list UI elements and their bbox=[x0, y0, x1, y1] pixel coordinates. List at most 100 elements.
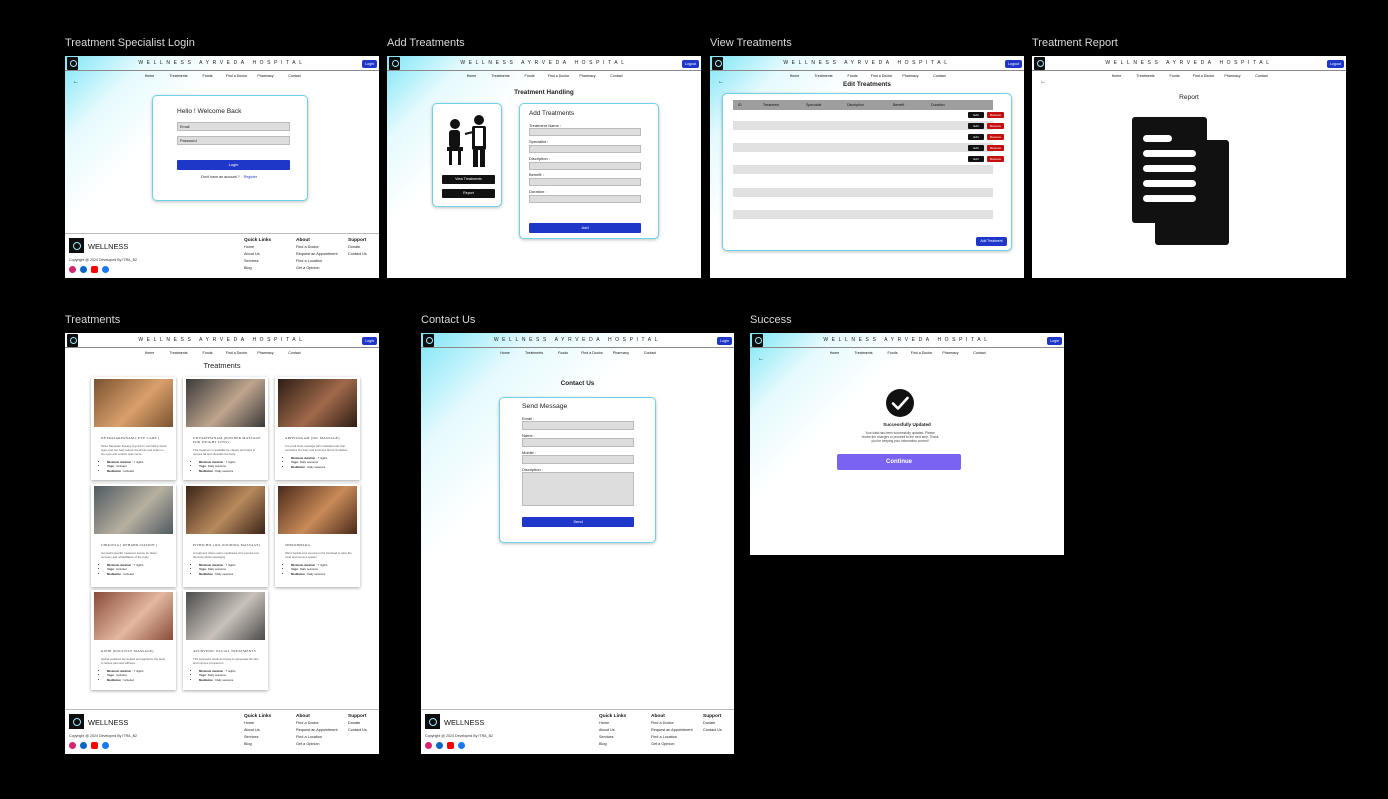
nav-find-doctor[interactable]: Find a Doctor bbox=[867, 74, 896, 78]
nav-pharmacy[interactable]: Pharmacy bbox=[251, 74, 280, 78]
footer-link[interactable]: Find a Doctor bbox=[296, 244, 338, 251]
login-button[interactable]: Login bbox=[362, 337, 377, 345]
footer-link[interactable]: Find a Doctor bbox=[296, 720, 338, 727]
nav-home[interactable]: Home bbox=[135, 74, 164, 78]
treatment-card[interactable]: PIZHICHIL (OIL POURING MASSAGE) A treatme… bbox=[183, 484, 268, 587]
footer-link[interactable]: Request an Appointment bbox=[651, 727, 693, 734]
add-treatment-button[interactable]: Add Treatment bbox=[976, 237, 1007, 246]
remove-button[interactable]: Remove bbox=[987, 145, 1004, 151]
edit-button[interactable]: Edit bbox=[968, 134, 984, 140]
login-button[interactable]: Login bbox=[362, 60, 377, 68]
nav-pharmacy[interactable]: Pharmacy bbox=[573, 74, 602, 78]
duration-input[interactable] bbox=[529, 195, 641, 203]
nav-contact[interactable]: Contact bbox=[280, 351, 309, 355]
password-field[interactable]: Password bbox=[177, 136, 290, 145]
nav-foods[interactable]: Foods bbox=[1160, 74, 1189, 78]
document-copy-icon[interactable] bbox=[1132, 117, 1232, 247]
login-button[interactable]: Login bbox=[1047, 337, 1062, 345]
nav-contact[interactable]: Contact bbox=[602, 74, 631, 78]
email-field[interactable]: Email bbox=[177, 122, 290, 131]
add-button[interactable]: Add bbox=[529, 223, 641, 233]
footer-link[interactable]: Donate bbox=[703, 720, 722, 727]
nav-home[interactable]: Home bbox=[1102, 74, 1131, 78]
facebook-icon[interactable] bbox=[102, 742, 109, 749]
footer-link[interactable]: Blog bbox=[244, 741, 271, 748]
nav-treatments[interactable]: Treatments bbox=[809, 74, 838, 78]
back-arrow-icon[interactable]: ← bbox=[758, 356, 764, 362]
footer-link[interactable]: Get a Opinion bbox=[296, 265, 338, 272]
view-treatments-button[interactable]: View Treatments bbox=[442, 175, 495, 184]
footer-link[interactable]: About Us bbox=[244, 727, 271, 734]
linkedin-icon[interactable] bbox=[436, 742, 443, 749]
instagram-icon[interactable] bbox=[69, 742, 76, 749]
nav-pharmacy[interactable]: Pharmacy bbox=[896, 74, 925, 78]
nav-find-doctor[interactable]: Find a Doctor bbox=[222, 351, 251, 355]
instagram-icon[interactable] bbox=[69, 266, 76, 273]
nav-home[interactable]: Home bbox=[491, 351, 520, 355]
nav-find-doctor[interactable]: Find a Doctor bbox=[907, 351, 936, 355]
footer-link[interactable]: Request an Appointment bbox=[296, 251, 338, 258]
nav-foods[interactable]: Foods bbox=[193, 74, 222, 78]
instagram-icon[interactable] bbox=[425, 742, 432, 749]
description-input[interactable] bbox=[529, 162, 641, 170]
specialist-input[interactable] bbox=[529, 145, 641, 153]
logout-button[interactable]: Logout bbox=[1327, 60, 1344, 68]
footer-link[interactable]: Services bbox=[244, 258, 271, 265]
nav-pharmacy[interactable]: Pharmacy bbox=[607, 351, 636, 355]
nav-find-doctor[interactable]: Find a Doctor bbox=[578, 351, 607, 355]
edit-button[interactable]: Edit bbox=[968, 123, 984, 129]
linkedin-icon[interactable] bbox=[80, 742, 87, 749]
footer-link[interactable]: Home bbox=[244, 244, 271, 251]
mobile-input[interactable] bbox=[522, 455, 634, 464]
footer-link[interactable]: Blog bbox=[599, 741, 626, 748]
footer-link[interactable]: Contact Us bbox=[348, 251, 367, 258]
report-button[interactable]: Report bbox=[442, 189, 495, 198]
edit-button[interactable]: Edit bbox=[968, 112, 984, 118]
login-button[interactable]: Login bbox=[717, 337, 732, 345]
treatment-card[interactable]: CHIKITSA ( REHABILITATION ) Ayurvedic spe… bbox=[91, 484, 176, 587]
nav-home[interactable]: Home bbox=[780, 74, 809, 78]
nav-pharmacy[interactable]: Pharmacy bbox=[936, 351, 965, 355]
facebook-icon[interactable] bbox=[102, 266, 109, 273]
nav-pharmacy[interactable]: Pharmacy bbox=[251, 351, 280, 355]
footer-link[interactable]: Find a Doctor bbox=[651, 720, 693, 727]
nav-find-doctor[interactable]: Find a Doctor bbox=[544, 74, 573, 78]
remove-button[interactable]: Remove bbox=[987, 134, 1004, 140]
back-arrow-icon[interactable]: ← bbox=[1040, 79, 1046, 85]
nav-find-doctor[interactable]: Find a Doctor bbox=[1189, 74, 1218, 78]
nav-contact[interactable]: Contact bbox=[965, 351, 994, 355]
treatment-name-input[interactable] bbox=[529, 128, 641, 136]
logout-button[interactable]: Logout bbox=[1005, 60, 1022, 68]
nav-pharmacy[interactable]: Pharmacy bbox=[1218, 74, 1247, 78]
youtube-icon[interactable] bbox=[447, 742, 454, 749]
nav-treatments[interactable]: Treatments bbox=[849, 351, 878, 355]
treatment-card[interactable]: KIZHI (POULTICE MASSAGE) Herbal poultices… bbox=[91, 590, 176, 690]
nav-foods[interactable]: Foods bbox=[878, 351, 907, 355]
nav-treatments[interactable]: Treatments bbox=[164, 74, 193, 78]
nav-contact[interactable]: Contact bbox=[636, 351, 665, 355]
youtube-icon[interactable] bbox=[91, 266, 98, 273]
nav-home[interactable]: Home bbox=[457, 74, 486, 78]
back-arrow-icon[interactable]: ← bbox=[73, 79, 79, 85]
footer-link[interactable]: Find a Location bbox=[296, 258, 338, 265]
edit-button[interactable]: Edit bbox=[968, 145, 984, 151]
treatment-card[interactable]: ABHYANGAM (OIL MASSAGE) It is a full body… bbox=[275, 377, 360, 480]
nav-treatments[interactable]: Treatments bbox=[1131, 74, 1160, 78]
continue-button[interactable]: Continue bbox=[837, 454, 961, 470]
nav-foods[interactable]: Foods bbox=[838, 74, 867, 78]
footer-link[interactable]: Donate bbox=[348, 720, 367, 727]
footer-link[interactable]: Services bbox=[244, 734, 271, 741]
footer-link[interactable]: Home bbox=[599, 720, 626, 727]
remove-button[interactable]: Remove bbox=[987, 112, 1004, 118]
linkedin-icon[interactable] bbox=[80, 266, 87, 273]
send-button[interactable]: Send bbox=[522, 517, 634, 527]
nav-foods[interactable]: Foods bbox=[549, 351, 578, 355]
benefit-input[interactable] bbox=[529, 178, 641, 186]
remove-button[interactable]: Remove bbox=[987, 123, 1004, 129]
login-submit-button[interactable]: Login bbox=[177, 160, 290, 170]
footer-link[interactable]: Find a Location bbox=[296, 734, 338, 741]
footer-link[interactable]: Request an Appointment bbox=[296, 727, 338, 734]
nav-foods[interactable]: Foods bbox=[515, 74, 544, 78]
name-input[interactable] bbox=[522, 438, 634, 447]
nav-contact[interactable]: Contact bbox=[925, 74, 954, 78]
